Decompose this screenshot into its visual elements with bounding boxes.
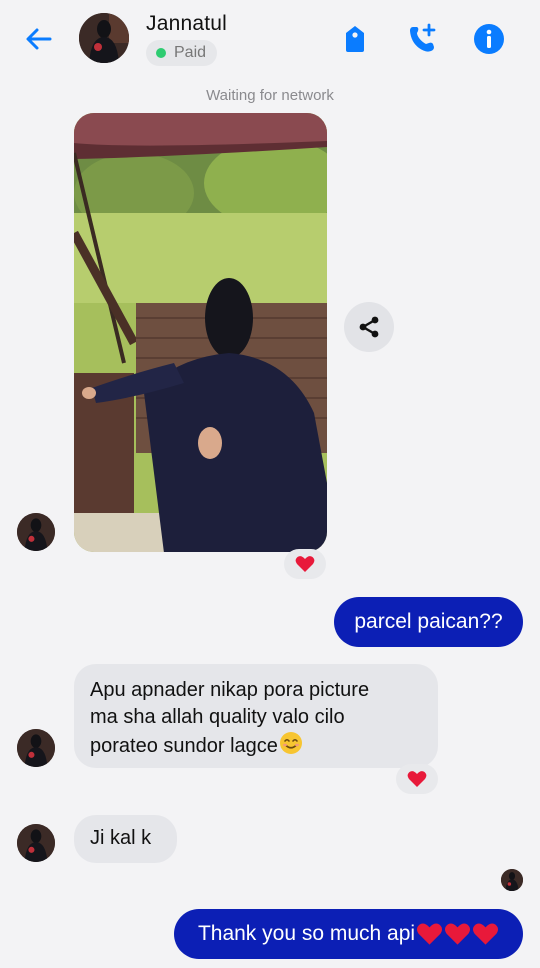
back-button[interactable] <box>22 22 56 56</box>
status-badge: Paid <box>146 40 218 66</box>
smiling-face-emoji-icon <box>279 732 302 754</box>
red-heart-icon <box>417 923 443 945</box>
tag-icon <box>346 26 364 52</box>
red-heart-icon <box>407 771 427 787</box>
back-arrow-icon <box>26 28 52 50</box>
outgoing-message[interactable]: parcel paican?? <box>334 597 523 647</box>
info-icon <box>474 24 504 54</box>
heart-reaction[interactable] <box>284 549 326 579</box>
red-heart-icon <box>295 556 315 572</box>
avatar-photo <box>17 513 55 551</box>
message-text: parcel paican?? <box>354 610 503 633</box>
contact-avatar-small[interactable] <box>17 513 55 551</box>
red-heart-icon <box>445 923 471 945</box>
add-call-button[interactable] <box>403 20 441 58</box>
contact-avatar[interactable] <box>79 13 129 63</box>
contact-avatar-small[interactable] <box>17 824 55 862</box>
avatar-photo <box>17 824 55 862</box>
label-button[interactable] <box>336 20 374 58</box>
message-text: Ji kal k <box>90 827 152 849</box>
avatar-photo <box>79 13 129 63</box>
three-red-hearts-emoji <box>416 922 499 946</box>
outgoing-message[interactable]: Thank you so much api <box>174 909 523 959</box>
add-call-icon <box>410 23 436 52</box>
avatar-photo <box>501 869 523 891</box>
network-status: Waiting for network <box>206 87 334 104</box>
message-line: ma sha allah quality valo cilo <box>90 706 345 728</box>
message-line: porateo sundor lagce <box>90 735 278 757</box>
incoming-message[interactable]: Apu apnader nikap pora picture ma sha al… <box>74 664 438 768</box>
status-badge-label: Paid <box>174 44 207 61</box>
avatar-photo <box>17 729 55 767</box>
contact-avatar-small[interactable] <box>17 729 55 767</box>
status-dot <box>156 48 166 58</box>
message-line: Apu apnader nikap pora picture <box>90 679 370 701</box>
message-text: Thank you so much api <box>197 922 416 945</box>
incoming-message[interactable]: Ji kal k <box>74 815 177 863</box>
shared-photo[interactable] <box>74 113 327 552</box>
contact-name[interactable]: Jannatul <box>146 12 227 36</box>
chat-header: Jannatul Paid <box>0 0 540 80</box>
share-button[interactable] <box>344 302 394 352</box>
share-icon <box>359 316 379 338</box>
heart-reaction[interactable] <box>396 764 438 794</box>
photo-content <box>74 113 327 552</box>
red-heart-icon <box>473 923 499 945</box>
info-button[interactable] <box>470 20 508 58</box>
seen-receipt-avatar <box>501 869 523 891</box>
